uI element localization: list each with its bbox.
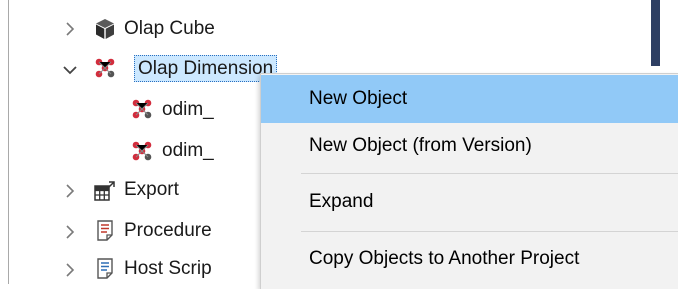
tree-left-border bbox=[8, 0, 9, 284]
context-menu: New Object New Object (from Version) Exp… bbox=[260, 73, 678, 289]
chevron-down-icon[interactable] bbox=[60, 56, 80, 84]
tree-item-label: Olap Cube bbox=[124, 18, 215, 39]
dimension-dots-icon bbox=[131, 140, 153, 162]
tree-item-label: Procedure bbox=[124, 220, 212, 241]
menu-item-expand[interactable]: Expand bbox=[261, 178, 678, 226]
grid-export-icon bbox=[94, 180, 116, 202]
menu-separator bbox=[301, 173, 678, 174]
chevron-right-icon[interactable] bbox=[60, 15, 80, 43]
menu-separator bbox=[301, 231, 678, 232]
chevron-right-icon[interactable] bbox=[60, 177, 80, 205]
menu-item-copy-objects[interactable]: Copy Objects to Another Project bbox=[261, 235, 678, 283]
menu-item-label: Copy Objects to Another Project bbox=[309, 248, 580, 269]
chevron-right-icon[interactable] bbox=[60, 256, 80, 284]
tree-item-label: Export bbox=[124, 179, 179, 200]
dimension-dots-icon bbox=[131, 98, 153, 120]
chevron-right-icon[interactable] bbox=[60, 218, 80, 246]
menu-item-new-object-from-version[interactable]: New Object (from Version) bbox=[261, 122, 678, 170]
dimension-dots-icon bbox=[94, 57, 116, 79]
tree-item-label: odim_ bbox=[162, 99, 214, 120]
document-icon bbox=[95, 258, 117, 280]
accent-bar bbox=[651, 0, 660, 66]
menu-item-new-object[interactable]: New Object bbox=[261, 75, 678, 123]
tree-item-label: odim_ bbox=[162, 140, 214, 161]
tree-item-label: Olap Dimension bbox=[134, 55, 278, 82]
tree-item-label: Host Scrip bbox=[124, 258, 212, 279]
menu-item-label: Expand bbox=[309, 191, 374, 212]
menu-item-label: New Object bbox=[309, 88, 408, 109]
menu-item-label: New Object (from Version) bbox=[309, 135, 532, 156]
document-icon bbox=[95, 220, 117, 242]
cube-icon bbox=[94, 18, 116, 40]
